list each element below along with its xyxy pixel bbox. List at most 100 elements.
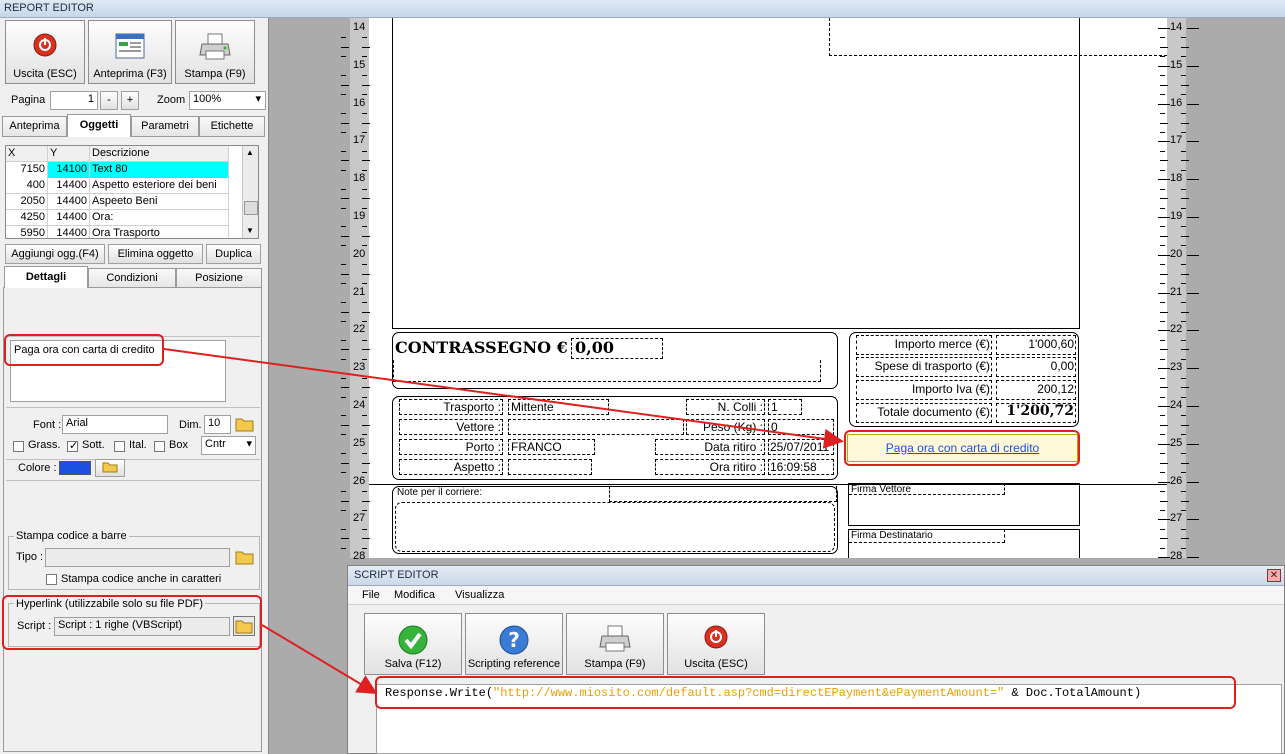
ruler-number-left: 25	[353, 436, 366, 449]
folder-icon	[102, 462, 118, 473]
iva-value: 200,12	[1037, 382, 1074, 396]
ruler-tick-main	[1158, 368, 1170, 370]
tab-parametri[interactable]: Parametri	[131, 116, 199, 136]
box-label: Box	[169, 439, 188, 451]
ruler-tick-main	[1158, 443, 1170, 445]
table-row[interactable]: 4250 14400 Ora:	[6, 210, 229, 226]
add-object-button[interactable]: Aggiungi ogg.(F4)	[5, 244, 105, 264]
ruler-tick-right	[1160, 415, 1165, 417]
ruler-tick-right	[1181, 377, 1186, 379]
script-exit-button[interactable]: Uscita (ESC)	[667, 613, 765, 675]
close-icon[interactable]: ✕	[1267, 569, 1281, 582]
tab-oggetti[interactable]: Oggetti	[67, 114, 131, 137]
page-input[interactable]: 1	[50, 91, 98, 110]
color-swatch[interactable]	[59, 461, 91, 475]
checkmark-icon	[398, 625, 428, 658]
tab-dettagli[interactable]: Dettagli	[4, 266, 88, 288]
tab-etichette[interactable]: Etichette	[199, 116, 265, 136]
ruler-tick-left	[362, 424, 370, 426]
save-button[interactable]: Salva (F12)	[364, 613, 462, 675]
scripting-reference-button[interactable]: ? Scripting reference	[465, 613, 563, 675]
folder-icon[interactable]	[235, 548, 255, 569]
ruler-tick-right	[1181, 84, 1189, 86]
ruler-tick-left	[362, 339, 367, 341]
ruler-number-right: 17	[1170, 134, 1183, 147]
italic-checkbox[interactable]	[114, 440, 125, 452]
ruler-tick-right	[1160, 349, 1168, 351]
font-size-input[interactable]: 10	[204, 415, 231, 434]
ruler-number-right: 19	[1170, 210, 1183, 222]
table-row[interactable]: 5950 14400 Ora Trasporto	[6, 226, 229, 238]
tab-posizione[interactable]: Posizione	[176, 268, 262, 288]
underline-checkbox[interactable]: ✓	[67, 440, 78, 452]
ruler-tick-right	[1181, 396, 1186, 398]
cell-y: 14400	[48, 226, 90, 238]
underline-label: Sott.	[82, 439, 105, 451]
page-prev-button[interactable]: -	[100, 91, 118, 110]
ruler-tick-right	[1181, 198, 1189, 200]
contrassegno-label: CONTRASSEGNO €	[395, 338, 568, 357]
bold-label: Grass.	[28, 439, 61, 451]
chevron-down-icon: ▾	[255, 93, 261, 105]
ruler-tick-left	[341, 37, 346, 39]
ruler-number-right: 14	[1170, 21, 1183, 33]
exit-label: Uscita (ESC)	[13, 68, 77, 80]
table-row[interactable]: 7150 14100 Text 80	[6, 162, 229, 178]
ruler-tick-left	[362, 311, 370, 313]
scroll-thumb[interactable]	[244, 201, 258, 215]
power-icon	[704, 625, 728, 652]
ruler-tick-right	[1181, 434, 1186, 436]
scroll-up-icon[interactable]: ▲	[246, 148, 254, 157]
spese-value: 0,00	[1050, 359, 1074, 373]
ruler-tick-right	[1181, 46, 1189, 48]
ruler-tick-left	[341, 235, 349, 237]
ruler-tick-left	[362, 396, 367, 398]
cell-x: 2050	[6, 194, 48, 210]
bold-checkbox[interactable]	[13, 440, 24, 452]
table-row[interactable]: 2050 14400 Aspeeto Beni	[6, 194, 229, 210]
ruler-tick-left	[341, 188, 346, 190]
ruler-tick-right	[1181, 538, 1189, 540]
tab-anteprima[interactable]: Anteprima	[2, 116, 67, 136]
ruler-number-left: 14	[353, 21, 366, 33]
folder-icon[interactable]	[235, 415, 255, 436]
objects-grid[interactable]: X Y Descrizione 7150 14100 Text 80 400 1…	[5, 145, 259, 239]
ruler-tick-left	[341, 358, 346, 360]
note-label: Note per il corriere:	[397, 487, 483, 498]
script-print-button[interactable]: Stampa (F9)	[566, 613, 664, 675]
header-x: X	[6, 146, 48, 162]
ruler-tick-right	[1181, 349, 1189, 351]
peso-label: Peso (Kg) :	[702, 420, 763, 434]
ruler-tick-left	[341, 453, 346, 455]
menu-modifica[interactable]: Modifica	[394, 589, 435, 601]
notes-field	[395, 502, 835, 552]
preview-button[interactable]: Anteprima (F3)	[88, 20, 172, 84]
ruler-tick-right	[1160, 150, 1165, 152]
exit-button[interactable]: Uscita (ESC)	[5, 20, 85, 84]
barcode-type-input[interactable]	[45, 548, 230, 567]
tab-condizioni[interactable]: Condizioni	[88, 268, 176, 288]
print-button[interactable]: Stampa (F9)	[175, 20, 255, 84]
ruler-tick-main	[1187, 330, 1199, 332]
font-input[interactable]: Arial	[62, 415, 168, 434]
ruler-tick-left	[362, 188, 367, 190]
ruler-tick-right	[1160, 188, 1165, 190]
duplicate-button[interactable]: Duplica	[206, 244, 261, 264]
barcode-chars-checkbox[interactable]	[46, 573, 57, 585]
zoom-select[interactable]: 100% ▾	[189, 91, 266, 110]
color-picker-button[interactable]	[95, 459, 125, 477]
script-exit-label: Uscita (ESC)	[684, 658, 748, 670]
ora-ritiro-value: 16:09:58	[770, 460, 817, 474]
align-select[interactable]: Cntr ▾	[201, 436, 256, 455]
ruler-tick-right	[1160, 387, 1168, 389]
ruler-tick-left	[341, 226, 346, 228]
menu-file[interactable]: File	[362, 589, 380, 601]
grid-scrollbar[interactable]: ▲ ▼	[242, 146, 258, 238]
scroll-down-icon[interactable]: ▼	[246, 226, 254, 235]
ruler-tick-main	[1158, 254, 1170, 256]
table-row[interactable]: 400 14400 Aspetto esteriore dei beni	[6, 178, 229, 194]
delete-object-button[interactable]: Elimina oggetto	[108, 244, 203, 264]
page-next-button[interactable]: +	[121, 91, 139, 110]
menu-visualizza[interactable]: Visualizza	[455, 589, 504, 601]
box-checkbox[interactable]	[154, 440, 165, 452]
